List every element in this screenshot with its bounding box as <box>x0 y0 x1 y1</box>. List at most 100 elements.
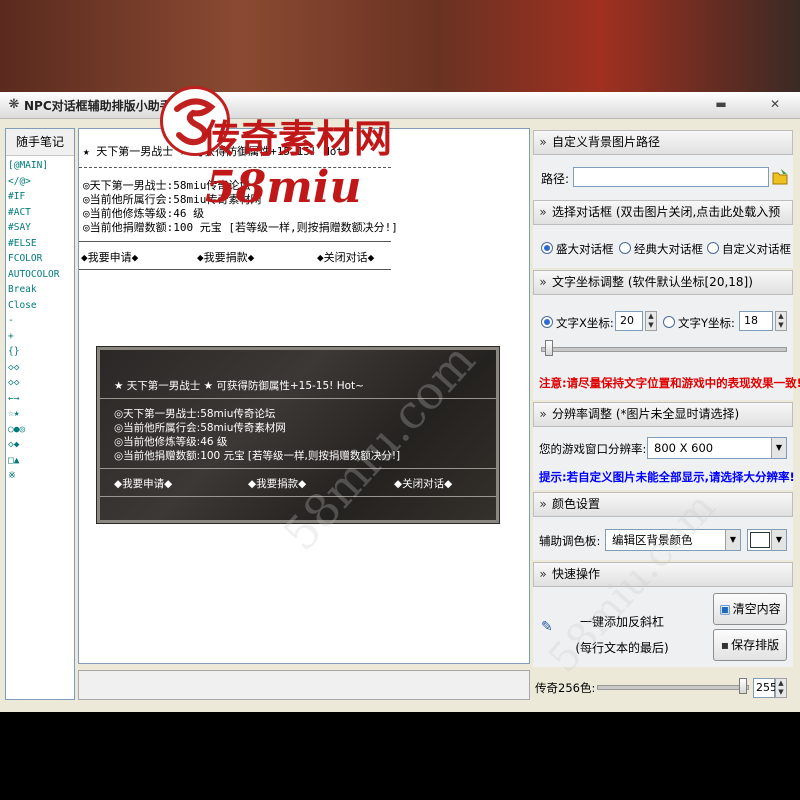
notes-item[interactable]: #ACT <box>8 205 74 221</box>
section-bg-path: » 自定义背景图片路径 <box>533 130 793 155</box>
palette-value: 编辑区背景颜色 <box>612 533 693 547</box>
radio-x-coord[interactable]: 文字X坐标: <box>541 315 614 331</box>
editor-link: ◆关闭对话◆ <box>317 251 375 264</box>
x-coord-input[interactable]: 20 <box>615 311 643 331</box>
y-coord-input[interactable]: 18 <box>739 311 773 331</box>
notes-item[interactable]: ←→ <box>8 391 74 407</box>
notes-list: [@MAIN] </@> #IF #ACT #SAY #ELSE FCOLOR … <box>6 156 74 484</box>
add-backslash-button[interactable]: ✎ 一键添加反斜杠 (每行文本的最后) <box>535 591 709 663</box>
notes-item[interactable]: FCOLOR <box>8 251 74 267</box>
close-button[interactable]: ✕ <box>766 95 784 113</box>
preview-separator <box>100 468 496 469</box>
color-picker[interactable]: ▼ <box>747 529 787 551</box>
notes-item[interactable]: ◇◇ <box>8 375 74 391</box>
resolution-value: 800 X 600 <box>654 441 714 455</box>
resolution-tip: 提示:若自定义图片未能全部显示,请选择大分辨率! <box>539 470 795 484</box>
notes-item[interactable]: [@MAIN] <box>8 158 74 174</box>
add-backslash-label: 一键添加反斜杠 <box>579 615 664 629</box>
radio-custom-dialog[interactable]: 自定义对话框 <box>707 241 791 257</box>
resolution-select[interactable]: 800 X 600 ▼ <box>647 437 787 459</box>
color-swatch <box>750 532 770 548</box>
section-title: 文字坐标调整 (软件默认坐标[20,18]) <box>552 275 753 289</box>
preview-line: ★ 天下第一男战士 ★ 可获得防御属性+15-15! Hot~ <box>114 380 364 392</box>
notes-item[interactable]: #IF <box>8 189 74 205</box>
y-coord-spinner[interactable]: ▲ ▼ <box>775 311 787 331</box>
transparency-spinner[interactable]: ▲ ▼ <box>775 678 787 698</box>
resolution-label: 您的游戏窗口分辨率: <box>539 442 647 456</box>
coords-note: 注意:请尽量保持文字位置和游戏中的表现效果一致! <box>539 376 800 390</box>
section-dialog-select[interactable]: »选择对话框 (双击图片关闭,点击此处载入预览) <box>533 200 793 242</box>
chevron-double-right-icon: » <box>539 205 547 219</box>
coords-body: 文字X坐标: 20 ▲ ▼ 文字Y坐标: 18 ▲ ▼ 注意:请尽量保持文字位置和游… <box>533 295 800 400</box>
notes-item[interactable]: Close <box>8 298 74 314</box>
notes-item[interactable]: - <box>8 313 74 329</box>
color-body: 辅助调色板: 编辑区背景颜色 ▼ ▼ <box>533 517 793 560</box>
save-layout-button[interactable]: ▪ 保存排版 <box>713 629 787 661</box>
notes-item[interactable]: ○●◎ <box>8 422 74 438</box>
section-title: 自定义背景图片路径 <box>552 135 661 149</box>
section-color: » 颜色设置 <box>533 492 793 517</box>
section-resolution: » 分辨率调整 (*图片未全显时请选择) <box>533 402 793 427</box>
notes-item[interactable]: </@> <box>8 174 74 190</box>
chevron-double-right-icon: » <box>539 275 547 289</box>
chevron-down-icon: ▼ <box>771 438 786 458</box>
background-footer <box>0 712 800 800</box>
notes-item[interactable]: Break <box>8 282 74 298</box>
transparency-slider-thumb[interactable] <box>739 678 747 694</box>
minimize-button[interactable]: ▬ <box>712 95 730 113</box>
x-coord-spinner[interactable]: ▲ ▼ <box>645 311 657 331</box>
path-label: 路径: <box>541 172 570 186</box>
chevron-double-right-icon: » <box>539 407 547 421</box>
transparency-slider-track[interactable] <box>597 685 749 690</box>
notes-item[interactable]: #ELSE <box>8 236 74 252</box>
notes-item[interactable]: ◇◆ <box>8 437 74 453</box>
radio-y-coord[interactable]: 文字Y坐标: <box>663 315 735 331</box>
radio-label: 文字X坐标: <box>556 316 614 330</box>
window-title: NPC对话框辅助排版小助手 <box>24 99 172 113</box>
notes-item[interactable]: + <box>8 329 74 345</box>
dialog-preview[interactable]: ★ 天下第一男战士 ★ 可获得防御属性+15-15! Hot~ ◎天下第一男战士… <box>96 346 500 524</box>
background-banner <box>0 0 800 92</box>
folder-icon[interactable] <box>771 167 789 187</box>
chevron-double-right-icon: » <box>539 497 547 511</box>
clear-label: 清空内容 <box>732 602 781 616</box>
section-coords: » 文字坐标调整 (软件默认坐标[20,18]) <box>533 270 793 295</box>
preview-line: ◎当前他修炼等级:46 级 <box>114 436 228 448</box>
app-icon: ❋ <box>8 97 20 112</box>
save-label: 保存排版 <box>731 638 780 652</box>
radio-label: 盛大对话框 <box>556 242 614 256</box>
coord-slider-thumb[interactable] <box>545 340 553 356</box>
path-input[interactable] <box>573 167 769 187</box>
bg-path-body: 路径: <box>533 155 793 200</box>
notes-item[interactable]: ◇◇ <box>8 360 74 376</box>
watermark-brand-en: 58miu <box>205 162 362 213</box>
editor-rule <box>79 269 391 270</box>
radio-dot-icon <box>541 242 553 254</box>
notes-item[interactable]: ☆★ <box>8 406 74 422</box>
coord-slider-track[interactable] <box>541 347 787 352</box>
notes-item[interactable]: □▲ <box>8 453 74 469</box>
radio-dot-icon <box>619 242 631 254</box>
notes-item[interactable]: {} <box>8 344 74 360</box>
preview-separator <box>100 398 496 399</box>
notes-title: 随手笔记 <box>6 129 74 156</box>
radio-dot-icon <box>707 242 719 254</box>
notes-item[interactable]: #SAY <box>8 220 74 236</box>
radio-label: 经典大对话框 <box>634 242 703 256</box>
notes-item[interactable]: ※ <box>8 468 74 484</box>
chevron-double-right-icon: » <box>539 567 547 581</box>
preview-link: ◆我要捐款◆ <box>248 478 307 490</box>
radio-label: 自定义对话框 <box>722 242 791 256</box>
radio-classic-dialog[interactable]: 经典大对话框 <box>619 241 703 257</box>
radio-shanda-dialog[interactable]: 盛大对话框 <box>541 241 614 257</box>
editor-rule <box>79 241 391 242</box>
radio-dot-icon <box>663 316 675 328</box>
quick-body: ✎ 一键添加反斜杠 (每行文本的最后) ▣ 清空内容 ▪ 保存排版 <box>533 587 793 667</box>
preview-line: ◎天下第一男战士:58miu传奇论坛 <box>114 408 276 420</box>
section-title: 颜色设置 <box>552 497 601 511</box>
notes-item[interactable]: AUTOCOLOR <box>8 267 74 283</box>
clear-content-button[interactable]: ▣ 清空内容 <box>713 593 787 625</box>
palette-select[interactable]: 编辑区背景颜色 ▼ <box>605 529 741 551</box>
editor-link: ◆我要申请◆ <box>81 251 139 264</box>
transparency-value[interactable]: 255 <box>753 678 777 698</box>
